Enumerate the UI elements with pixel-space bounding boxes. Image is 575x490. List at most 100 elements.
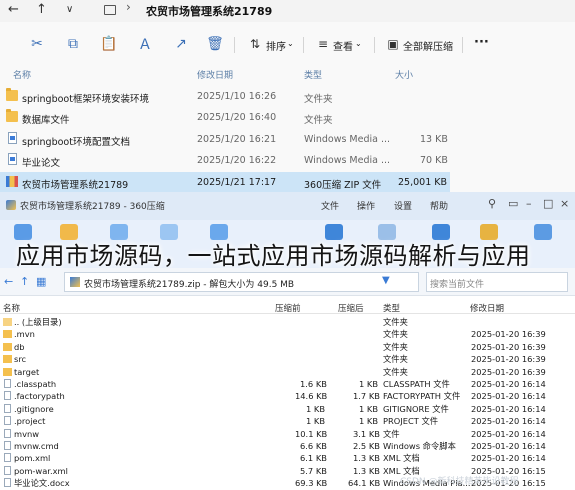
maximize-icon[interactable]: □ [543,197,553,210]
breadcrumb-current-folder[interactable]: 农贸市场管理系统21789 [146,3,272,19]
zip-list-item[interactable]: .classpath 1.6 KB 1 KB CLASSPATH 文件 2025… [0,378,575,390]
zip-item-packed: 1 KB [306,416,326,427]
search-placeholder: 搜索当前文件 [430,280,485,290]
column-type[interactable]: 类型 [304,68,322,81]
rename-icon[interactable]: Ａ [134,33,156,55]
column-name[interactable]: 名称 [3,302,20,314]
zip-list-item[interactable]: db 文件夹 2025-01-20 16:39 [0,341,575,353]
column-packed[interactable]: 压缩前 [275,302,301,314]
column-size[interactable]: 压缩后 [338,302,364,314]
zip-list-item[interactable]: mvnw.cmd 6.6 KB 2.5 KB Windows 命令脚本 2025… [0,440,575,452]
menu-settings[interactable]: 设置 [394,199,412,212]
file-date: 2025/1/20 16:22 [197,155,277,166]
column-name[interactable]: 名称 [13,68,31,81]
column-size[interactable]: 大小 [395,68,413,81]
column-type[interactable]: 类型 [383,302,400,314]
up-button[interactable]: ↑ [36,2,47,17]
file-icon [4,403,11,413]
file-size: 25,001 KB [398,177,448,188]
sort-icon[interactable]: ⇅ [244,33,266,55]
menu-operate[interactable]: 操作 [357,199,375,212]
toolbar-divider [374,37,375,53]
zip-item-date: 2025-01-20 16:39 [471,366,546,377]
zip-item-name: db [14,341,25,352]
zip-list-item[interactable]: .project 1 KB 1 KB PROJECT 文件 2025-01-20… [0,415,575,427]
column-date[interactable]: 修改日期 [470,302,504,314]
zip-item-type: 文件夹 [383,354,408,365]
skin-icon[interactable]: ▭ [508,197,518,210]
zip-window-title: 农贸市场管理系统21789 - 360压缩 [20,202,165,212]
file-row[interactable]: 数据库文件 2025/1/20 16:40 文件夹 [0,107,450,128]
folder-icon [6,88,18,101]
share-icon[interactable]: ↗ [170,33,192,55]
history-dropdown-icon[interactable]: ∨ [66,4,73,15]
sort-chevron-icon: ⌄ [287,39,294,48]
file-explorer-window: ← ↑ ∨ › 农贸市场管理系统21789 ✂ ⧉ 📋 Ａ ↗ 🗑 ⇅ 排序 ⌄… [0,0,575,192]
zip-list-item[interactable]: .. (上级目录) 文件夹 [0,316,575,328]
zip-item-name: 毕业论文.docx [14,478,70,489]
file-icon [4,379,11,388]
zip-list-item[interactable]: mvnw 10.1 KB 3.1 KB 文件 2025-01-20 16:14 [0,428,575,440]
zip-item-name: target [14,366,40,377]
zip-list-item[interactable]: src 文件夹 2025-01-20 16:39 [0,353,575,365]
toolbar-divider [234,37,235,53]
delete-icon[interactable]: 🗑 [204,33,226,55]
paste-icon[interactable]: 📋 [98,33,120,55]
file-date: 2025/1/10 16:26 [197,91,277,102]
zip-item-type: 文件 [383,428,400,439]
file-date: 2025/1/20 16:40 [197,112,277,123]
cut-icon[interactable]: ✂ [26,33,48,55]
path-dropdown-icon[interactable]: ▼ [382,275,390,286]
more-options-icon[interactable]: ··· [474,35,489,50]
zip-path-text: 农贸市场管理系统21789.zip - 解包大小为 49.5 MB [84,280,295,290]
view-grid-icon[interactable]: ▦ [36,275,46,288]
menu-help[interactable]: 帮助 [430,199,448,212]
column-date[interactable]: 修改日期 [197,68,233,81]
close-icon[interactable]: × [560,197,569,210]
zip-item-date: 2025-01-20 16:39 [471,329,546,340]
file-row[interactable]: 毕业论文 2025/1/20 16:22 Windows Media ... 7… [0,150,450,171]
extract-all-button[interactable]: 全部解压缩 [403,38,453,53]
zip-list-item[interactable]: .mvn 文件夹 2025-01-20 16:39 [0,328,575,340]
up-folder-icon[interactable]: ↑ [20,275,29,288]
overlay-caption: 应用市场源码，一站式应用市场源码解析与应用 [16,242,531,270]
zip-item-name: pom-war.xml [14,465,68,476]
file-type: Windows Media ... [304,155,391,166]
file-row-selected[interactable]: 农贸市场管理系统21789 2025/1/21 17:17 360压缩 ZIP … [0,172,450,192]
zip-list-item[interactable]: pom.xml 6.1 KB 1.3 KB XML 文档 2025-01-20 … [0,452,575,464]
copy-icon[interactable]: ⧉ [62,33,84,55]
zip-item-type: Windows 命令脚本 [383,441,456,451]
zip-list-item[interactable]: .gitignore 1 KB 1 KB GITIGNORE 文件 2025-0… [0,403,575,415]
zip-item-name: src [14,354,27,365]
zip-item-size: 1.3 KB [353,453,380,464]
sort-button[interactable]: 排序 [266,38,286,53]
zip-item-type: FACTORYPATH 文件 [383,391,461,402]
minimize-icon[interactable]: – [526,197,532,210]
zip-item-name: .mvn [14,329,35,340]
menu-file[interactable]: 文件 [321,199,339,212]
file-list-header: 名称 修改日期 类型 大小 [0,66,575,82]
zip-item-date: 2025-01-20 16:14 [471,391,546,402]
pin-icon[interactable]: ⚲ [488,197,496,210]
more-tools-icon[interactable] [534,224,552,240]
extract-icon[interactable]: ▣ [382,33,404,55]
zip-item-date: 2025-01-20 16:14 [471,403,546,414]
zip-item-type: XML 文档 [383,453,420,464]
zip-item-size: 64.1 KB [348,478,381,489]
zip-item-size: 1.3 KB [353,465,380,476]
zip-file-icon [70,277,80,287]
view-icon[interactable]: ≡ [312,33,334,55]
file-name: springboot环境配置文档 [22,137,130,148]
file-icon [4,465,11,475]
zip-item-name: mvnw.cmd [14,441,59,451]
back-button[interactable]: ← [8,2,19,17]
file-row[interactable]: springboot框架环境安装环境 2025/1/10 16:26 文件夹 [0,86,450,107]
back-arrow-icon[interactable]: ← [4,275,13,288]
toolbar-divider [462,37,463,53]
view-button[interactable]: 查看 [333,38,353,53]
file-row[interactable]: springboot环境配置文档 2025/1/20 16:21 Windows… [0,129,450,150]
file-type: 360压缩 ZIP 文件 [304,180,382,191]
zip-item-name: .gitignore [14,403,54,414]
zip-list-item[interactable]: .factorypath 14.6 KB 1.7 KB FACTORYPATH … [0,390,575,402]
zip-list-item[interactable]: target 文件夹 2025-01-20 16:39 [0,366,575,378]
